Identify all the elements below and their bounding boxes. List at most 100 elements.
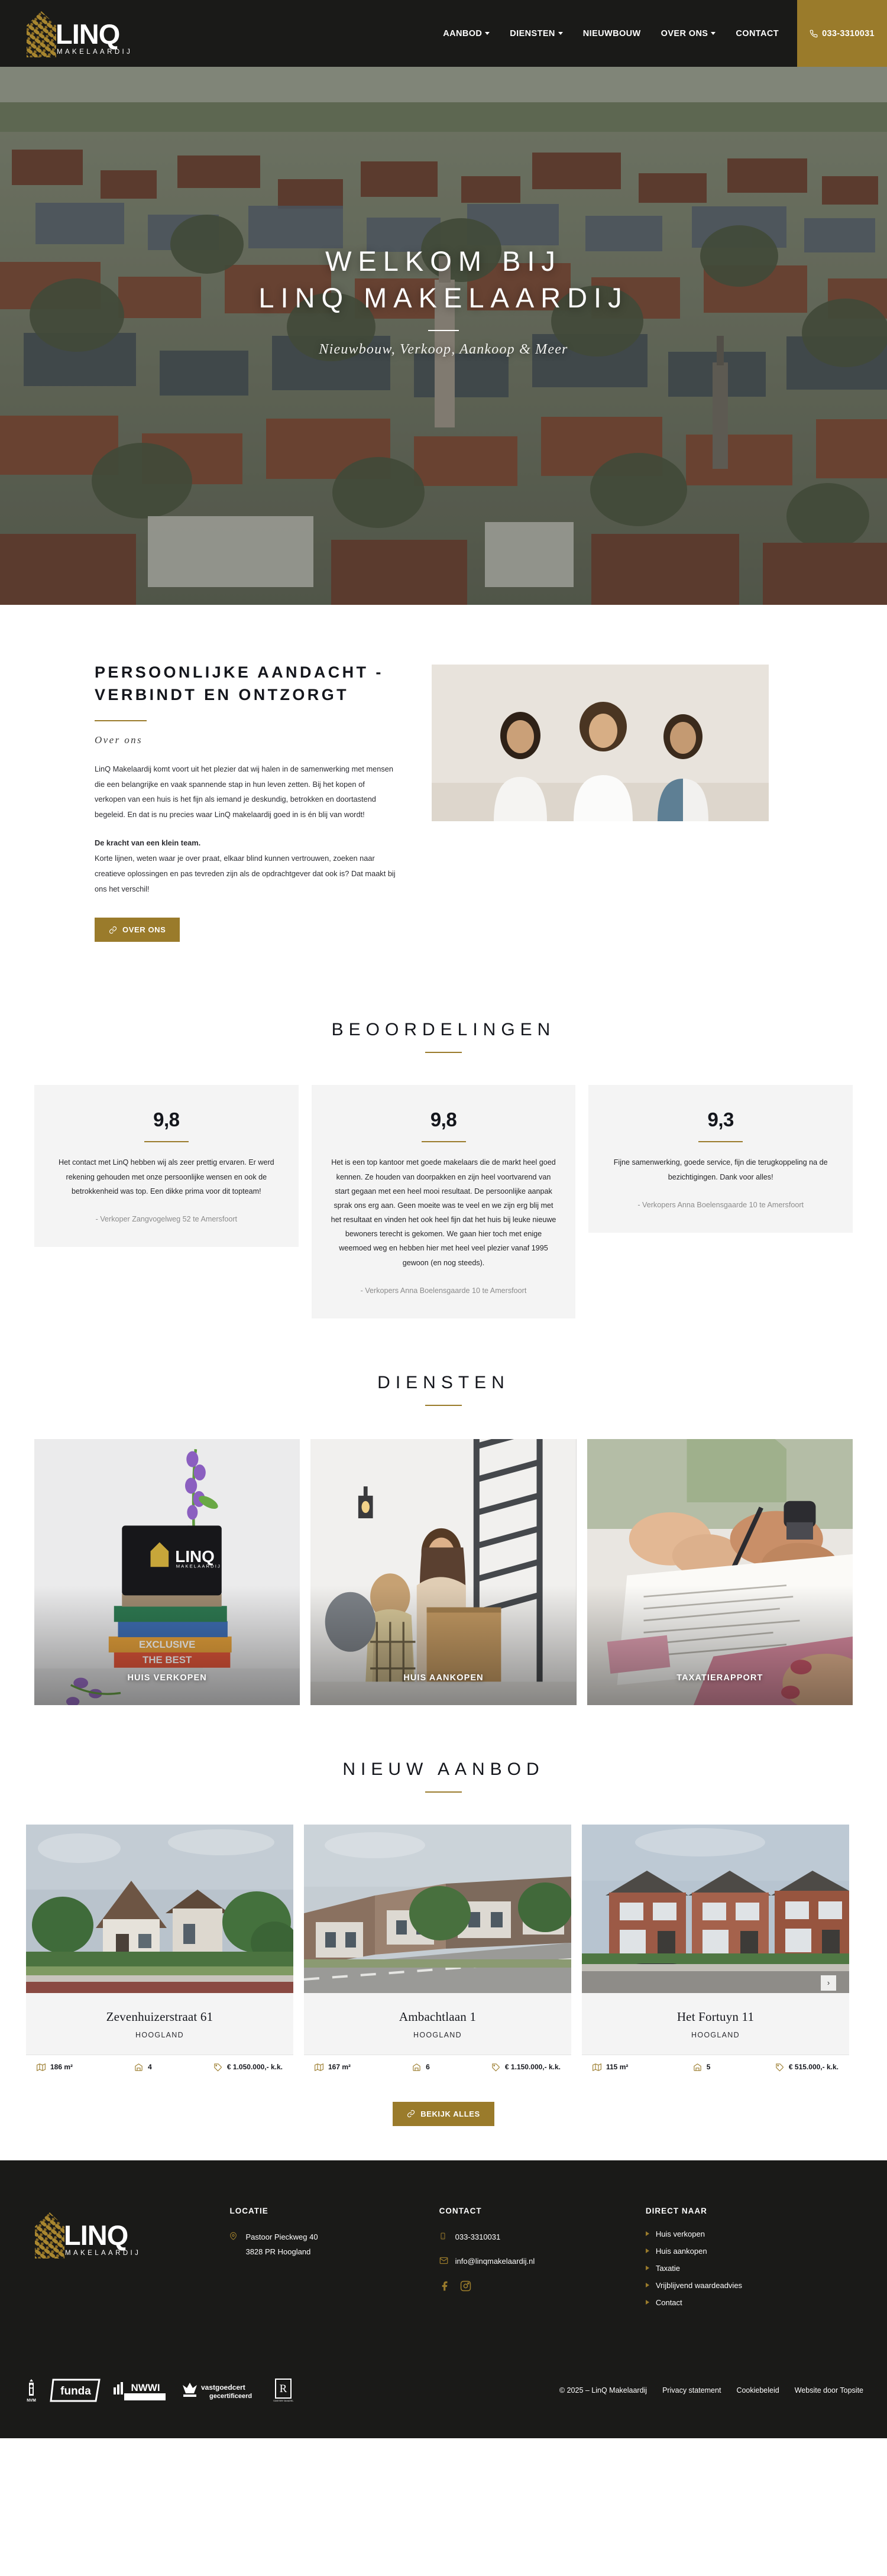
bekijk-alles-button[interactable]: BEKIJK ALLES xyxy=(393,2101,494,2126)
footer-link-waardeadvies[interactable]: Vrijblijvend waardeadvies xyxy=(645,2281,855,2290)
carousel-next-button[interactable]: › xyxy=(821,1975,836,1991)
about-section: PERSOONLIJKE AANDACHT - VERBINDT EN ONTZ… xyxy=(0,605,887,977)
nav-item-aanbod[interactable]: AANBOD xyxy=(433,29,500,38)
nav-item-diensten[interactable]: DIENSTEN xyxy=(500,29,573,38)
dienst-card-taxatierapport[interactable]: TAXATIERAPPORT xyxy=(587,1438,853,1705)
nav-label: DIENSTEN xyxy=(510,28,555,38)
svg-text:REGISTER TAXATEUR: REGISTER TAXATEUR xyxy=(273,2399,293,2402)
site-logo[interactable]: LINQ MAKELAARDIJ xyxy=(24,10,132,57)
review-text: Het is een top kantoor met goede makelaa… xyxy=(331,1158,556,1267)
property-card[interactable]: Het Fortuyn 11 HOOGLAND 115 m² 5 € 515.0… xyxy=(582,1824,849,2079)
dienst-label: HUIS AANKOPEN xyxy=(403,1673,484,1683)
footer-address-line-1: Pastoor Pieckweg 40 xyxy=(245,2232,318,2241)
aanbod-section: NIEUW AANBOD Zevenhuizerstraat 61 HOOGLA… xyxy=(0,1717,887,2160)
envelope-icon xyxy=(439,2254,449,2270)
svg-text:R: R xyxy=(280,2383,287,2395)
dienst-card-huis-verkopen[interactable]: THE BEST EXCLUSIVE LINQ MAKELAARDIJ xyxy=(34,1438,300,1705)
about-eyebrow: Over ons xyxy=(95,734,143,746)
legal-link-website-by[interactable]: Website door Topsite xyxy=(795,2386,863,2394)
nav-item-over-ons[interactable]: OVER ONS xyxy=(651,29,726,38)
property-price: € 1.050.000,- k.k. xyxy=(213,2063,283,2072)
review-score: 9,3 xyxy=(707,1109,734,1131)
about-paragraph-1: LinQ Makelaardij komt voort uit het plez… xyxy=(95,764,394,819)
area-map-icon xyxy=(315,2063,323,2071)
footer-link-taxatie[interactable]: Taxatie xyxy=(645,2264,855,2273)
cert-nwwi-icon: NWWI xyxy=(112,2378,169,2403)
review-text: Het contact met LinQ hebben wij als zeer… xyxy=(58,1158,274,1195)
footer-contact-column: CONTACT 033-3310031 info@linqmakelaardij… xyxy=(439,2206,646,2315)
footer-link-huis-aankopen[interactable]: Huis aankopen xyxy=(645,2247,855,2256)
review-divider xyxy=(698,1141,743,1143)
price-tag-icon xyxy=(776,2063,784,2072)
property-city: HOOGLAND xyxy=(691,2030,740,2039)
property-price: € 515.000,- k.k. xyxy=(775,2063,839,2072)
review-author: - Verkopers Anna Boelensgaarde 10 te Ame… xyxy=(637,1200,804,1209)
footer-phone[interactable]: 033-3310031 xyxy=(439,2230,646,2246)
header-phone-number: 033-3310031 xyxy=(822,28,875,38)
chevron-right-icon xyxy=(645,2283,649,2288)
chevron-down-icon xyxy=(485,32,490,35)
hero-section: WELKOM BIJ LINQ MAKELAARDIJ Nieuwbouw, V… xyxy=(0,67,887,605)
property-image xyxy=(304,1824,571,1993)
phone-icon xyxy=(810,30,818,37)
nav-label: OVER ONS xyxy=(661,28,708,38)
aanbod-title: NIEUW AANBOD xyxy=(342,1759,545,1779)
property-price: € 1.150.000,- k.k. xyxy=(491,2063,561,2072)
svg-text:vastgoedcert: vastgoedcert xyxy=(201,2383,245,2392)
team-photo-image xyxy=(432,665,769,821)
property-specs: 167 m² 6 € 1.150.000,- k.k. xyxy=(304,2054,571,2079)
rooms-icon xyxy=(135,2063,143,2071)
dienst-label: HUIS VERKOPEN xyxy=(127,1673,207,1683)
nav-item-nieuwbouw[interactable]: NIEUWBOUW xyxy=(573,29,651,38)
diensten-title: DIENSTEN xyxy=(377,1372,510,1392)
dienst-card-huis-aankopen[interactable]: HUIS AANKOPEN xyxy=(310,1438,577,1705)
property-photo-1 xyxy=(26,1824,293,1993)
property-specs: 115 m² 5 € 515.000,- k.k. xyxy=(582,2054,849,2079)
aanbod-divider xyxy=(425,1791,462,1793)
footer-email[interactable]: info@linqmakelaardij.nl xyxy=(439,2254,646,2270)
footer-email-address: info@linqmakelaardij.nl xyxy=(455,2257,535,2266)
footer-direct-naar-column: DIRECT NAAR Huis verkopen Huis aankopen … xyxy=(645,2206,855,2315)
diensten-section: DIENSTEN HUIS VERKOPEN HUIS AANKOPEN TAX… xyxy=(0,1330,887,1717)
property-card[interactable]: Ambachtlaan 1 HOOGLAND 167 m² 6 € 1.150.… xyxy=(304,1824,571,2079)
property-rooms: 4 xyxy=(134,2063,152,2072)
nav-item-contact[interactable]: CONTACT xyxy=(726,29,789,38)
property-title: Ambachtlaan 1 xyxy=(399,2009,477,2024)
facebook-icon[interactable] xyxy=(439,2280,451,2292)
about-over-ons-button[interactable]: OVER ONS xyxy=(95,918,180,942)
svg-text:gecertificeerd: gecertificeerd xyxy=(209,2393,252,2400)
logo-wordmark: LINQ xyxy=(64,2219,128,2251)
reviews-divider xyxy=(425,1052,462,1054)
property-title: Zevenhuizerstraat 61 xyxy=(106,2009,213,2024)
review-author: - Verkoper Zangvogelweg 52 te Amersfoort xyxy=(95,1214,238,1223)
property-carousel[interactable]: Zevenhuizerstraat 61 HOOGLAND 186 m² 4 €… xyxy=(0,1824,887,2079)
cert-register-taxateur-icon: R REGISTER TAXATEUR xyxy=(273,2378,293,2403)
property-photo-3 xyxy=(582,1824,849,1993)
instagram-icon[interactable] xyxy=(460,2280,471,2292)
property-card[interactable]: Zevenhuizerstraat 61 HOOGLAND 186 m² 4 €… xyxy=(26,1824,293,2079)
chevron-right-icon xyxy=(645,2248,649,2254)
main-navigation: AANBOD DIENSTEN NIEUWBOUW OVER ONS CONTA… xyxy=(433,0,887,67)
review-card: 9,8 Het contact met LinQ hebben wij als … xyxy=(34,1085,299,1247)
footer-legal-bar: © 2025 – LinQ Makelaardij Privacy statem… xyxy=(559,2386,863,2394)
reviews-title: BEOORDELINGEN xyxy=(331,1020,556,1040)
legal-link-privacy[interactable]: Privacy statement xyxy=(662,2386,721,2394)
about-paragraph-2: Korte lijnen, weten waar je over praat, … xyxy=(95,853,396,893)
nav-label: CONTACT xyxy=(736,28,779,38)
footer-logo[interactable]: LINQ MAKELAARDIJ xyxy=(32,2206,229,2259)
header-phone-button[interactable]: 033-3310031 xyxy=(797,0,887,67)
footer-link-contact[interactable]: Contact xyxy=(645,2298,855,2307)
chevron-down-icon xyxy=(711,32,716,35)
legal-link-cookies[interactable]: Cookiebeleid xyxy=(736,2386,779,2394)
logo-tagline: MAKELAARDIJ xyxy=(57,48,133,56)
footer-link-huis-verkopen[interactable]: Huis verkopen xyxy=(645,2230,855,2238)
area-map-icon xyxy=(37,2063,46,2071)
team-photo xyxy=(432,665,769,821)
property-city: HOOGLAND xyxy=(413,2030,462,2039)
site-footer: LINQ MAKELAARDIJ LOCATIE Pastoor Pieckwe… xyxy=(0,2160,887,2438)
svg-text:NVM: NVM xyxy=(27,2399,36,2403)
svg-text:NWWI: NWWI xyxy=(131,2382,160,2393)
review-author: - Verkopers Anna Boelensgaarde 10 te Ame… xyxy=(360,1286,527,1295)
property-photo-2 xyxy=(304,1824,571,1993)
button-label: OVER ONS xyxy=(122,925,166,935)
